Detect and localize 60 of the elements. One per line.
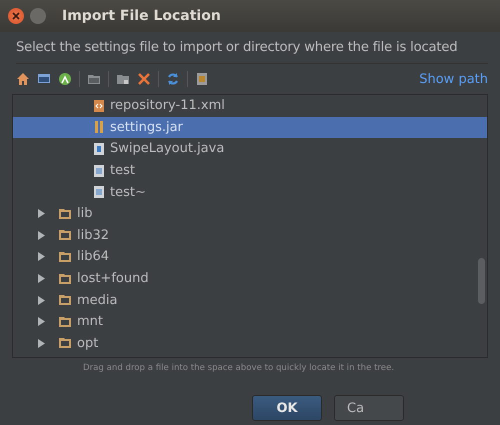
new-folder-icon[interactable] xyxy=(116,72,130,86)
ok-button[interactable]: OK xyxy=(252,395,322,421)
file-name: repository-11.xml xyxy=(110,98,225,114)
folder-icon xyxy=(58,272,72,285)
tree-row[interactable]: media xyxy=(13,289,487,311)
close-button[interactable] xyxy=(8,8,24,24)
expand-arrow-icon[interactable] xyxy=(37,209,45,218)
folder-icon[interactable] xyxy=(87,72,101,86)
tree-row[interactable]: repository-11.xml xyxy=(13,95,487,117)
expand-arrow-icon[interactable] xyxy=(37,252,45,262)
jar-file-icon xyxy=(93,120,105,134)
file-name: mnt xyxy=(77,314,103,330)
file-name: lib32 xyxy=(77,228,110,243)
android-icon[interactable] xyxy=(58,72,72,86)
folder-icon xyxy=(58,250,72,263)
expand-arrow-icon[interactable] xyxy=(37,317,45,326)
tree-row[interactable]: lib64 xyxy=(13,246,487,268)
file-name: lost+found xyxy=(77,271,149,286)
file-name: test~ xyxy=(110,184,146,200)
folder-icon xyxy=(58,316,72,328)
text-file-icon xyxy=(93,185,105,200)
close-icon xyxy=(12,12,20,20)
file-name: SwipeLayout.java xyxy=(110,141,224,156)
file-name: lib xyxy=(77,206,92,222)
folder-icon xyxy=(58,294,72,306)
expand-arrow-icon[interactable] xyxy=(37,274,45,284)
xml-file-icon xyxy=(93,98,105,113)
instruction-text: Select the settings file to import or directory where the file is located xyxy=(15,39,458,55)
tree-row[interactable]: lost+found xyxy=(13,268,487,290)
tree-row[interactable]: test xyxy=(13,160,487,182)
home-icon[interactable] xyxy=(16,72,30,86)
expand-arrow-icon[interactable] xyxy=(37,338,45,348)
expand-arrow-icon[interactable] xyxy=(37,230,45,240)
folder-icon xyxy=(58,337,72,350)
folder-icon xyxy=(58,229,72,242)
file-name: lib64 xyxy=(77,249,110,264)
window-title: Import File Location xyxy=(62,8,221,24)
scrollbar-thumb[interactable] xyxy=(478,258,485,304)
delete-icon[interactable] xyxy=(137,72,151,86)
expand-arrow-icon[interactable] xyxy=(37,296,45,305)
tree-row[interactable]: opt xyxy=(13,332,487,354)
file-name: test xyxy=(110,163,135,178)
tree-row[interactable]: mnt xyxy=(13,310,487,333)
hint-text: Drag and drop a file into the space above to quickly locate it in the tree. xyxy=(82,362,396,373)
tree-row[interactable]: SwipeLayout.java xyxy=(13,138,487,160)
tree-row[interactable]: test~ xyxy=(13,181,487,203)
tree-row[interactable]: settings.jar xyxy=(13,116,487,138)
monitor-icon[interactable] xyxy=(37,72,51,86)
refresh-icon[interactable] xyxy=(166,72,180,86)
file-frame-icon[interactable] xyxy=(195,72,209,86)
text-file-icon xyxy=(93,164,105,178)
tree-row[interactable]: lib32 xyxy=(13,224,487,246)
file-name: opt xyxy=(77,336,98,351)
file-name: settings.jar xyxy=(110,120,183,135)
show-path-link[interactable]: Show path xyxy=(419,72,488,86)
tree-row[interactable]: lib xyxy=(13,202,487,225)
cancel-button[interactable]: Ca xyxy=(334,395,404,421)
file-name: media xyxy=(77,292,118,308)
folder-icon xyxy=(58,208,72,220)
java-file-icon xyxy=(93,142,105,156)
